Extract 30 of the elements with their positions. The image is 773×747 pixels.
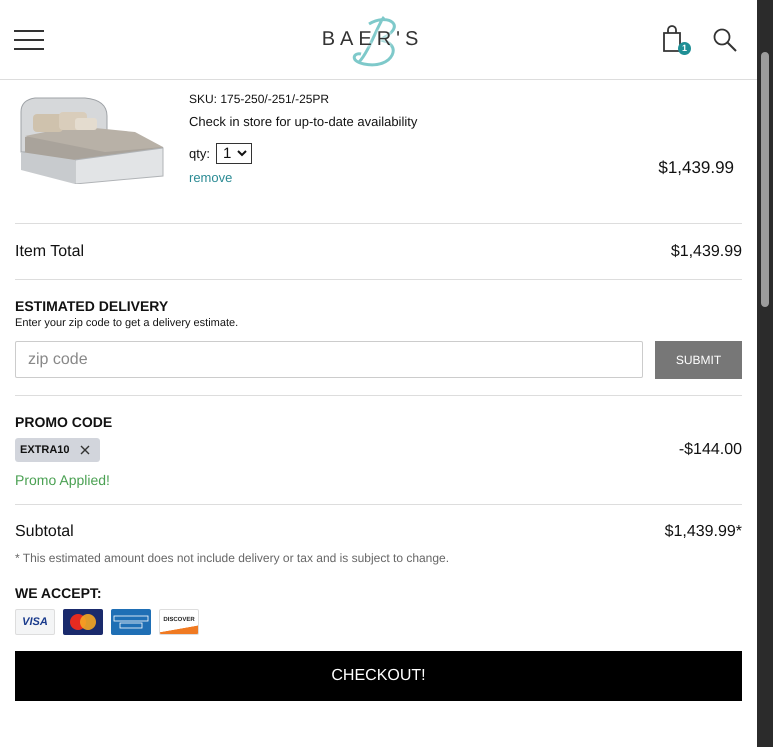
subtotal-value: $1,439.99*	[664, 523, 742, 541]
checkout-button[interactable]: CHECKOUT!	[15, 651, 742, 701]
remove-link[interactable]: remove	[189, 170, 232, 185]
cart-count-badge: 1	[678, 42, 691, 54]
qty-label: qty:	[189, 146, 210, 161]
subtotal-note: * This estimated amount does not include delivery or tax and is subject to change.	[15, 551, 450, 565]
sku-text: SKU: 175-250/-251/-25PR	[189, 92, 330, 106]
menu-icon[interactable]	[14, 28, 44, 50]
mastercard-icon	[63, 609, 103, 635]
section-heading: PROMO CODE	[15, 414, 114, 430]
item-total-label: Item Total	[15, 242, 84, 260]
submit-button[interactable]: SUBMIT	[655, 341, 742, 379]
availability-text: Check in store for up-to-date availability	[189, 114, 418, 129]
section-heading: WE ACCEPT:	[15, 585, 103, 601]
zip-code-field[interactable]: zip code	[15, 341, 643, 378]
visa-card-icon: VISA	[15, 609, 55, 635]
close-icon[interactable]	[80, 445, 90, 455]
section-heading: ESTIMATED DELIVERY	[15, 298, 170, 314]
subtotal-label: Subtotal	[15, 523, 74, 541]
scrollbar[interactable]	[757, 0, 773, 747]
amex-card-icon	[111, 609, 151, 635]
item-total-value: $1,439.99	[670, 242, 742, 260]
promo-status: Promo Applied!	[15, 472, 111, 488]
promo-code-text: EXTRA10	[20, 444, 70, 456]
caret-icon	[237, 150, 248, 157]
search-icon[interactable]	[713, 28, 737, 52]
delivery-hint: Enter your zip code to get a delivery estimate.	[15, 317, 240, 329]
quantity-select[interactable]: 1	[216, 143, 252, 164]
item-price: $1,439.99	[658, 158, 734, 178]
discount-amount: -$144.00	[678, 441, 742, 459]
